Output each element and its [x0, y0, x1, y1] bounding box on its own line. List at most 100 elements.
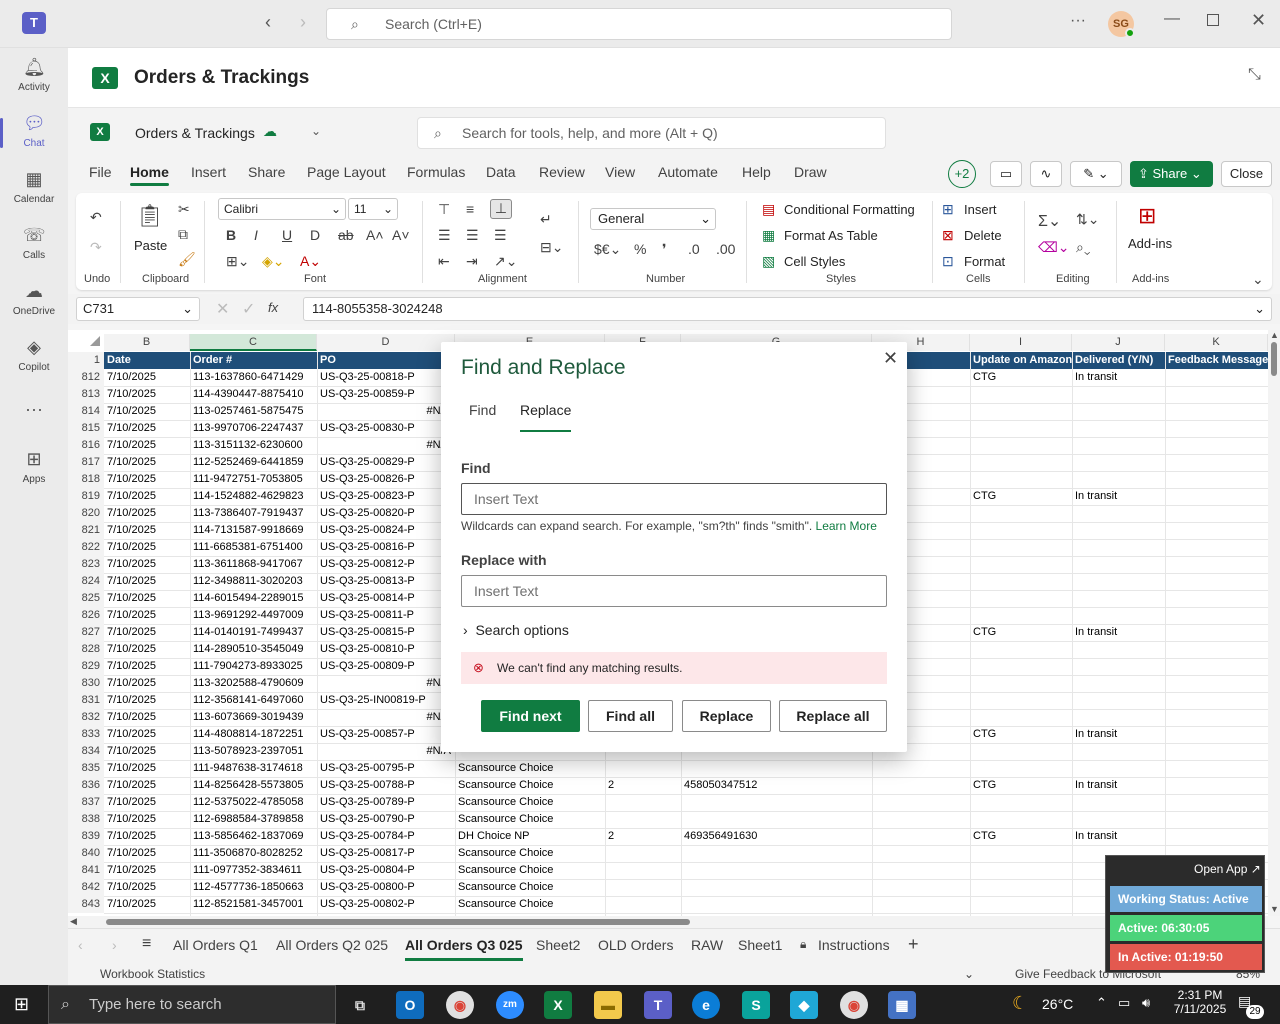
- row-header[interactable]: 823: [68, 556, 104, 573]
- cell-order[interactable]: 112-8521581-3457001: [190, 896, 317, 913]
- cell-j[interactable]: [1072, 760, 1165, 777]
- cell-po[interactable]: US-Q3-25-00859-P: [317, 386, 455, 403]
- bold-icon[interactable]: B: [226, 227, 236, 243]
- cell-order[interactable]: 113-5078923-2397051: [190, 743, 317, 760]
- cell-po[interactable]: #N/A: [317, 709, 455, 726]
- cell-e[interactable]: Scansource Choice: [455, 879, 605, 896]
- cell-order[interactable]: 113-3151132-6230600: [190, 437, 317, 454]
- cell-order[interactable]: 113-3202588-4790609: [190, 675, 317, 692]
- cell-g[interactable]: [681, 896, 872, 913]
- rail-item-apps[interactable]: ⊞ Apps: [0, 448, 68, 485]
- sort-filter-icon[interactable]: ⇅⌄: [1076, 211, 1099, 228]
- cell-order[interactable]: 111-9472751-7053805: [190, 471, 317, 488]
- cell-order[interactable]: 114-4390447-8875410: [190, 386, 317, 403]
- cell-e[interactable]: Scansource Choice: [455, 845, 605, 862]
- cell-order[interactable]: 114-4808814-1872251: [190, 726, 317, 743]
- align-top-icon[interactable]: ⊤: [438, 201, 450, 218]
- cell-po[interactable]: US-Q3-25-00815-P: [317, 624, 455, 641]
- underline-icon[interactable]: U: [282, 227, 292, 243]
- scroll-left-icon[interactable]: ◀: [70, 916, 77, 927]
- cell-j[interactable]: [1072, 471, 1165, 488]
- cell-i[interactable]: [970, 539, 1072, 556]
- cell-po[interactable]: US-Q3-25-00824-P: [317, 522, 455, 539]
- cell-date[interactable]: 7/10/2025: [104, 828, 190, 845]
- cell-e[interactable]: Scansource Choice: [455, 896, 605, 913]
- cell-i[interactable]: [970, 675, 1072, 692]
- cell-date[interactable]: 7/10/2025: [104, 896, 190, 913]
- close-window-icon[interactable]: ✕: [1251, 10, 1266, 31]
- rail-item-calendar[interactable]: ▦ Calendar: [0, 168, 68, 205]
- cell-date[interactable]: 7/10/2025: [104, 794, 190, 811]
- cell-po[interactable]: US-Q3-25-00784-P: [317, 828, 455, 845]
- cell-i[interactable]: [970, 590, 1072, 607]
- cell-j[interactable]: In transit: [1072, 624, 1165, 641]
- cell-po[interactable]: US-Q3-25-00790-P: [317, 811, 455, 828]
- rail-item-activity[interactable]: 🔔︎ Activity: [0, 56, 68, 93]
- scroll-down-icon[interactable]: ▼: [1270, 904, 1279, 914]
- cell-i[interactable]: [970, 522, 1072, 539]
- row-header[interactable]: 829: [68, 658, 104, 675]
- rail-item-calls[interactable]: ☏ Calls: [0, 224, 68, 261]
- cell-i[interactable]: CTG: [970, 488, 1072, 505]
- cell-j[interactable]: [1072, 420, 1165, 437]
- decrease-font-icon[interactable]: A˅: [392, 227, 410, 243]
- sheet-tab-raw[interactable]: RAW: [691, 937, 723, 953]
- tab-data[interactable]: Data: [486, 164, 516, 180]
- chevron-down-icon[interactable]: ⌄: [964, 967, 974, 981]
- cell-i[interactable]: [970, 709, 1072, 726]
- sheet-tab-sheet1[interactable]: Sheet1: [738, 937, 782, 953]
- wrap-text-icon[interactable]: ↵: [540, 211, 552, 228]
- undo-icon[interactable]: ↶: [90, 209, 102, 226]
- cell-order[interactable]: 114-7131587-9918669: [190, 522, 317, 539]
- cell-i[interactable]: [970, 845, 1072, 862]
- more-options-icon[interactable]: ···: [1070, 12, 1086, 30]
- cell-i[interactable]: [970, 471, 1072, 488]
- cell-i[interactable]: CTG: [970, 624, 1072, 641]
- cell-order[interactable]: 113-7386407-7919437: [190, 505, 317, 522]
- tab-review[interactable]: Review: [539, 164, 585, 180]
- orientation-icon[interactable]: ↗⌄: [494, 253, 517, 270]
- cell-i[interactable]: [970, 454, 1072, 471]
- cell-j[interactable]: [1072, 590, 1165, 607]
- name-box[interactable]: C731 ⌄: [76, 297, 200, 321]
- select-all-corner[interactable]: [90, 336, 100, 346]
- cell-po[interactable]: US-Q3-25-00814-P: [317, 590, 455, 607]
- cell-po[interactable]: US-Q3-25-00829-P: [317, 454, 455, 471]
- cell-order[interactable]: 112-3568141-6497060: [190, 692, 317, 709]
- align-right-icon[interactable]: ☰: [494, 227, 507, 244]
- cell-j[interactable]: [1072, 573, 1165, 590]
- row-header[interactable]: 818: [68, 471, 104, 488]
- cell-order[interactable]: 111-6685381-6751400: [190, 539, 317, 556]
- comments-button[interactable]: ▭: [990, 161, 1022, 187]
- find-next-button[interactable]: Find next: [481, 700, 580, 732]
- cell-po[interactable]: US-Q3-25-00826-P: [317, 471, 455, 488]
- cell-g[interactable]: [681, 879, 872, 896]
- cell-date[interactable]: 7/10/2025: [104, 777, 190, 794]
- cell-g[interactable]: [681, 760, 872, 777]
- cell-g[interactable]: [681, 845, 872, 862]
- clock[interactable]: 2:31 PM 7/11/2025: [1168, 988, 1232, 1016]
- cell-j[interactable]: In transit: [1072, 726, 1165, 743]
- paste-button[interactable]: Paste: [134, 238, 167, 253]
- cell-date[interactable]: 7/10/2025: [104, 862, 190, 879]
- cell-i[interactable]: CTG: [970, 726, 1072, 743]
- cell-f[interactable]: [605, 845, 681, 862]
- cell-po[interactable]: US-Q3-25-00789-P: [317, 794, 455, 811]
- double-underline-icon[interactable]: D: [310, 227, 320, 243]
- cell-date[interactable]: 7/10/2025: [104, 675, 190, 692]
- chrome-icon-2[interactable]: ◉: [840, 991, 868, 1019]
- find-select-icon[interactable]: ⌕⌄: [1076, 239, 1090, 256]
- weather-moon-icon[interactable]: ☾: [1012, 993, 1028, 1014]
- learn-more-link[interactable]: Learn More: [816, 519, 877, 533]
- cell-g[interactable]: [681, 811, 872, 828]
- chrome-icon[interactable]: ◉: [446, 991, 474, 1019]
- cell-date[interactable]: 7/10/2025: [104, 522, 190, 539]
- workbook-statistics[interactable]: Workbook Statistics: [100, 967, 205, 981]
- collaborators-badge[interactable]: +2: [948, 160, 976, 188]
- cell-po[interactable]: US-Q3-25-00811-P: [317, 607, 455, 624]
- chevron-down-icon[interactable]: ⌄: [311, 124, 321, 138]
- fill-color-icon[interactable]: ◈⌄: [262, 253, 285, 270]
- collapse-icon[interactable]: ⤡: [1248, 66, 1261, 84]
- cell-date[interactable]: 7/10/2025: [104, 369, 190, 386]
- cell-order[interactable]: 114-8256428-5573805: [190, 777, 317, 794]
